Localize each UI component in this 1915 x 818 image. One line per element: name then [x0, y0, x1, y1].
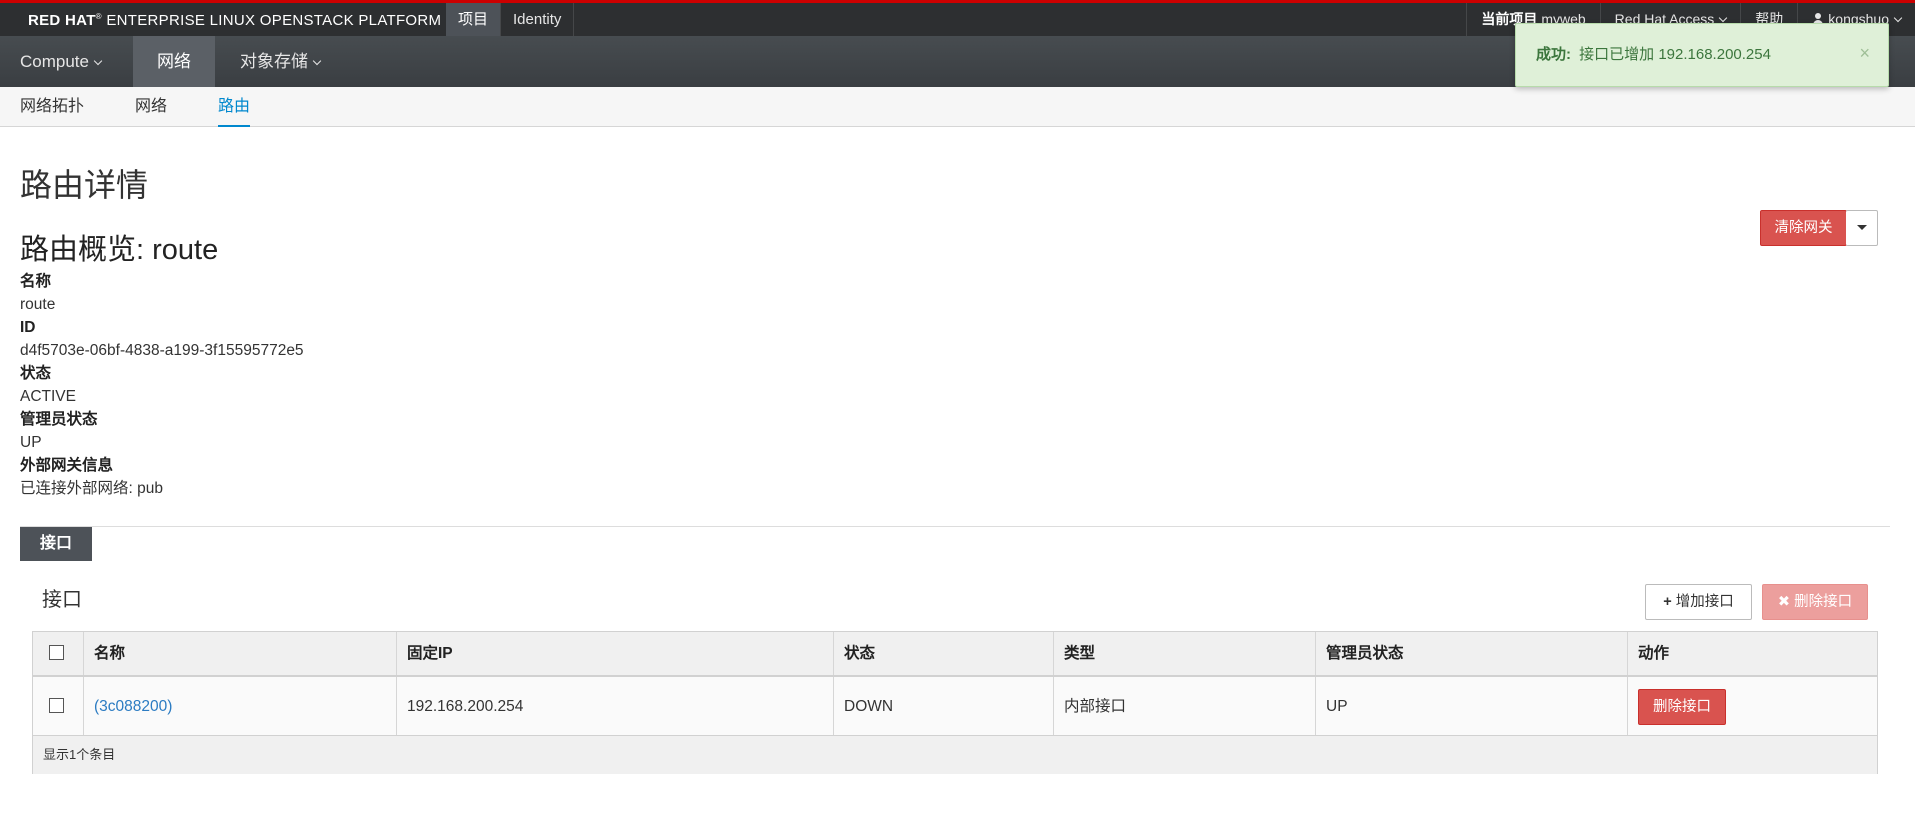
- delete-interfaces-label: 删除接口: [1794, 594, 1853, 610]
- top-nav-project[interactable]: 项目: [446, 3, 502, 36]
- detail-value-name: route: [20, 296, 56, 313]
- delete-interface-row-button[interactable]: 删除接口: [1638, 689, 1726, 725]
- column-header-type[interactable]: 类型: [1054, 632, 1316, 675]
- caret-down-icon: [1856, 225, 1867, 230]
- x-icon: ✖: [1777, 594, 1791, 610]
- top-nav-identity[interactable]: Identity: [501, 3, 575, 36]
- column-header-admin-state[interactable]: 管理员状态: [1316, 632, 1628, 675]
- section-divider: [20, 526, 1890, 527]
- cell-status: DOWN: [834, 677, 1054, 735]
- cell-fixed-ip: 192.168.200.254: [397, 677, 834, 735]
- success-alert: 成功: 接口已增加 192.168.200.254 ×: [1515, 23, 1889, 87]
- sub-nav-routers[interactable]: 路由: [218, 87, 251, 127]
- alert-message: 接口已增加 192.168.200.254: [1579, 46, 1771, 63]
- table-row: (3c088200) 192.168.200.254 DOWN 内部接口 UP …: [33, 677, 1877, 736]
- section-nav-compute[interactable]: Compute: [20, 36, 103, 87]
- cell-admin-state: UP: [1316, 677, 1628, 735]
- chevron-down-icon: [93, 56, 103, 66]
- chevron-down-icon: [312, 56, 322, 66]
- router-details: 名称 route ID d4f5703e-06bf-4838-a199-3f15…: [20, 270, 304, 500]
- chevron-down-icon: [1893, 13, 1903, 23]
- detail-label-external-gateway: 外部网关信息: [20, 457, 114, 474]
- row-select-cell: [33, 677, 84, 735]
- detail-value-status: ACTIVE: [20, 388, 76, 405]
- detail-label-admin-state: 管理员状态: [20, 411, 98, 428]
- tab-interfaces[interactable]: 接口: [20, 527, 92, 561]
- column-header-name[interactable]: 名称: [84, 632, 397, 675]
- section-nav-compute-label: Compute: [20, 52, 89, 71]
- alert-title: 成功:: [1536, 46, 1571, 63]
- section-nav-network[interactable]: 网络: [133, 36, 215, 87]
- interfaces-table-title: 接口: [42, 589, 82, 611]
- section-nav-storage-label: 对象存储: [240, 52, 308, 71]
- plus-icon: +: [1663, 594, 1672, 610]
- sub-nav: 网络拓扑 网络 路由: [0, 87, 1915, 127]
- detail-value-admin-state: UP: [20, 434, 42, 451]
- detail-value-id: d4f5703e-06bf-4838-a199-3f15595772e5: [20, 342, 304, 359]
- cell-actions: 删除接口: [1628, 677, 1877, 735]
- column-header-fixed-ip[interactable]: 固定IP: [397, 632, 834, 675]
- section-nav-object-storage[interactable]: 对象存储: [240, 36, 322, 87]
- router-overview-title: 路由概览: route: [20, 234, 219, 266]
- table-footer-count: 显示1个条目: [33, 736, 1877, 774]
- row-checkbox[interactable]: [49, 698, 64, 713]
- detail-value-external-gateway: 已连接外部网络: pub: [20, 480, 163, 497]
- column-header-actions: 动作: [1638, 645, 1670, 662]
- actions-dropdown-toggle[interactable]: [1846, 210, 1878, 246]
- detail-label-name: 名称: [20, 273, 52, 290]
- cell-type: 内部接口: [1054, 677, 1316, 735]
- delete-interfaces-button[interactable]: ✖ 删除接口: [1762, 584, 1868, 620]
- table-header: 名称 固定IP 状态 类型 管理员状态 动作: [33, 632, 1877, 677]
- page-title: 路由详情: [20, 167, 149, 203]
- detail-label-id: ID: [20, 319, 36, 336]
- add-interface-button[interactable]: + 增加接口: [1645, 584, 1752, 620]
- sub-nav-topology[interactable]: 网络拓扑: [20, 87, 84, 127]
- brand-name-rest: ENTERPRISE LINUX OPENSTACK PLATFORM: [106, 12, 442, 29]
- interface-name-link[interactable]: (3c088200): [94, 698, 172, 715]
- detail-label-status: 状态: [20, 365, 52, 382]
- column-header-status[interactable]: 状态: [834, 632, 1054, 675]
- chevron-down-icon: [1719, 13, 1728, 23]
- brand-logo[interactable]: RED HAT® ENTERPRISE LINUX OPENSTACK PLAT…: [28, 12, 441, 29]
- header-select-all-cell: [33, 632, 84, 675]
- add-interface-label: 增加接口: [1675, 594, 1734, 610]
- top-nav: 项目 Identity: [446, 3, 575, 36]
- interfaces-table: 名称 固定IP 状态 类型 管理员状态 动作 (3c088200) 192.16…: [32, 631, 1878, 774]
- brand-registered-mark: ®: [95, 12, 102, 21]
- select-all-checkbox[interactable]: [49, 645, 64, 660]
- cell-name: (3c088200): [84, 677, 397, 735]
- sub-nav-networks[interactable]: 网络: [135, 87, 167, 127]
- brand-name-bold: RED HAT: [28, 12, 96, 29]
- close-icon[interactable]: ×: [1859, 22, 1870, 84]
- clear-gateway-button[interactable]: 清除网关: [1760, 210, 1847, 246]
